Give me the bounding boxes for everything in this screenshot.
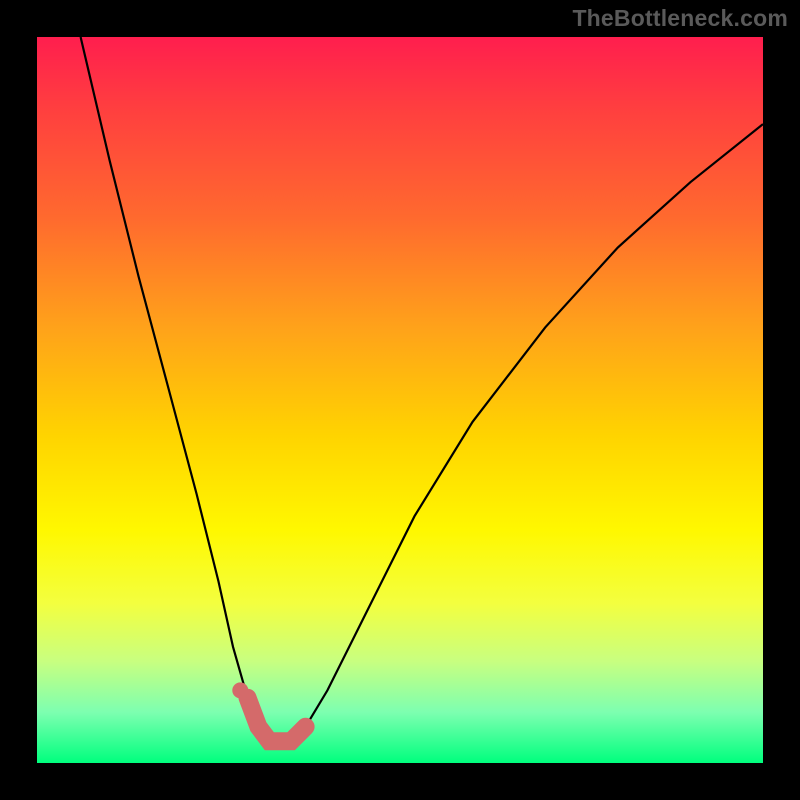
chart-frame: TheBottleneck.com xyxy=(0,0,800,800)
optimal-region-marker xyxy=(248,698,306,742)
bottleneck-curve xyxy=(81,37,763,741)
curve-layer xyxy=(37,37,763,763)
plot-area xyxy=(37,37,763,763)
optimal-region-dot xyxy=(232,682,248,698)
watermark-text: TheBottleneck.com xyxy=(572,5,788,32)
